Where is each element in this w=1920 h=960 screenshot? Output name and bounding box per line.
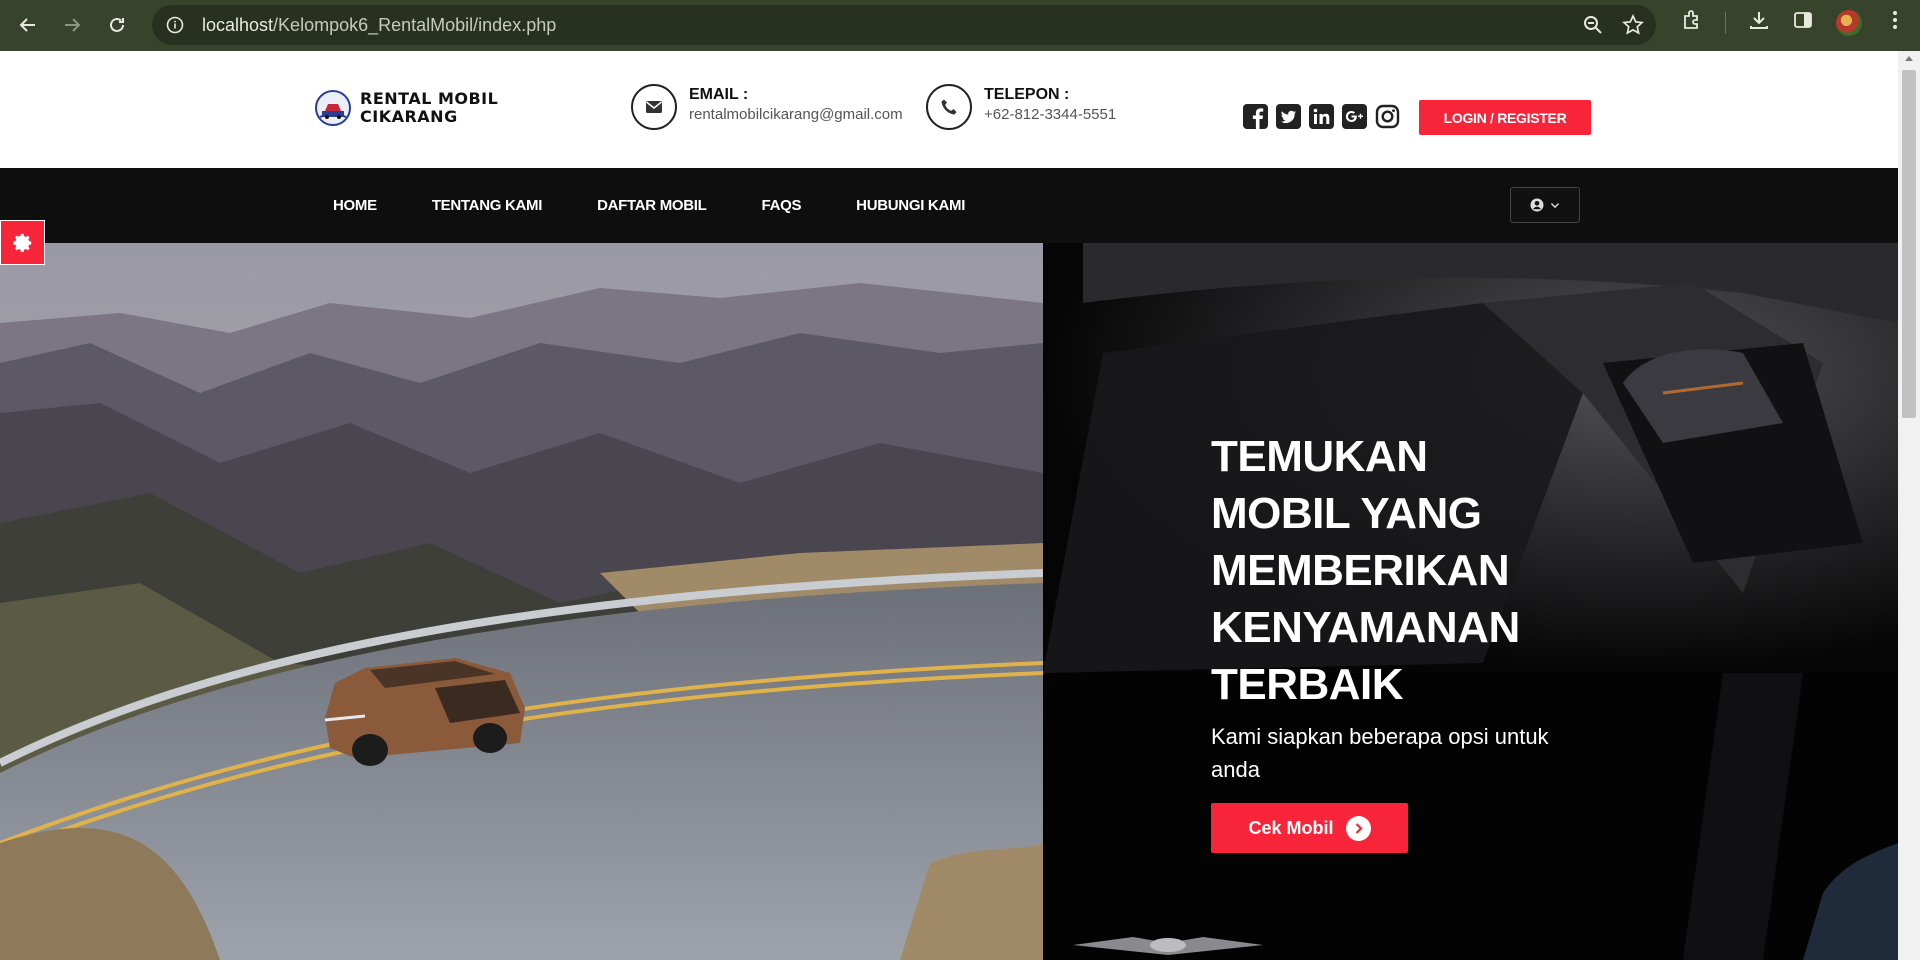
extensions-icon[interactable] <box>1681 9 1703 36</box>
site-header: RENTAL MOBIL CIKARANG EMAIL : rentalmobi… <box>0 51 1898 168</box>
user-circle-icon <box>1530 198 1544 212</box>
forward-icon[interactable] <box>52 5 92 45</box>
url-text: localhost/Kelompok6_RentalMobil/index.ph… <box>202 14 557 35</box>
social-links <box>1242 103 1401 130</box>
chevron-right-circle-icon <box>1345 815 1371 841</box>
email-label: EMAIL : <box>689 86 749 103</box>
cek-mobil-label: Cek Mobil <box>1248 817 1334 838</box>
envelope-icon <box>631 84 677 130</box>
settings-toggle[interactable] <box>0 220 45 265</box>
main-nav: HOME TENTANG KAMI DAFTAR MOBIL FAQS HUBU… <box>0 168 1898 243</box>
side-panel-icon[interactable] <box>1792 9 1814 36</box>
reload-icon[interactable] <box>97 5 137 45</box>
nav-item-hubungi-kami[interactable]: HUBUNGI KAMI <box>856 197 965 214</box>
scroll-thumb[interactable] <box>1902 70 1916 418</box>
twitter-icon[interactable] <box>1275 103 1302 130</box>
login-register-button[interactable]: LOGIN / REGISTER <box>1419 100 1591 135</box>
nav-item-home[interactable]: HOME <box>333 197 377 214</box>
menu-dots-icon[interactable] <box>1884 9 1906 36</box>
hero-mountain-road-image <box>0 243 1044 960</box>
toolbar-divider <box>1725 11 1726 34</box>
phone-contact: TELEPON : +62-812-3344-5551 <box>926 84 1116 130</box>
bookmark-star-icon[interactable] <box>1622 13 1644 41</box>
site-logo[interactable]: RENTAL MOBIL CIKARANG <box>314 89 498 127</box>
instagram-icon[interactable] <box>1374 103 1401 130</box>
site-info-icon[interactable] <box>166 16 184 34</box>
address-bar[interactable]: localhost/Kelompok6_RentalMobil/index.ph… <box>152 5 1656 45</box>
hero-title: TEMUKAN MOBIL YANG MEMBERIKAN KENYAMANAN… <box>1211 432 1520 709</box>
linkedin-icon[interactable] <box>1308 103 1335 130</box>
scroll-up-arrow[interactable] <box>1905 56 1913 61</box>
email-value: rentalmobilcikarang@gmail.com <box>689 106 903 123</box>
download-icon[interactable] <box>1748 9 1770 36</box>
hero-subtitle: Kami siapkan beberapa opsi untuk anda <box>1211 724 1549 782</box>
logo-emblem-icon <box>315 90 351 126</box>
logo-text: RENTAL MOBIL CIKARANG <box>360 89 499 126</box>
gear-icon <box>12 233 31 252</box>
nav-item-faqs[interactable]: FAQS <box>762 197 802 214</box>
hero-section: TEMUKAN MOBIL YANG MEMBERIKAN KENYAMANAN… <box>0 243 1898 960</box>
phone-label: TELEPON : <box>984 86 1070 103</box>
browser-toolbar: localhost/Kelompok6_RentalMobil/index.ph… <box>0 0 1920 51</box>
email-contact: EMAIL : rentalmobilcikarang@gmail.com <box>631 84 903 130</box>
phone-icon <box>926 84 972 130</box>
page-scrollbar[interactable] <box>1898 51 1920 960</box>
nav-item-daftar-mobil[interactable]: DAFTAR MOBIL <box>597 197 707 214</box>
user-dropdown-button[interactable] <box>1510 187 1580 223</box>
nav-item-tentang-kami[interactable]: TENTANG KAMI <box>432 197 543 214</box>
phone-value: +62-812-3344-5551 <box>984 106 1117 123</box>
google-plus-icon[interactable] <box>1341 103 1368 130</box>
cek-mobil-button[interactable]: Cek Mobil <box>1211 803 1408 853</box>
zoom-icon[interactable] <box>1582 14 1604 41</box>
chevron-down-icon <box>1550 203 1560 209</box>
profile-avatar[interactable] <box>1836 9 1862 36</box>
back-icon[interactable] <box>8 5 48 45</box>
facebook-icon[interactable] <box>1242 103 1269 130</box>
